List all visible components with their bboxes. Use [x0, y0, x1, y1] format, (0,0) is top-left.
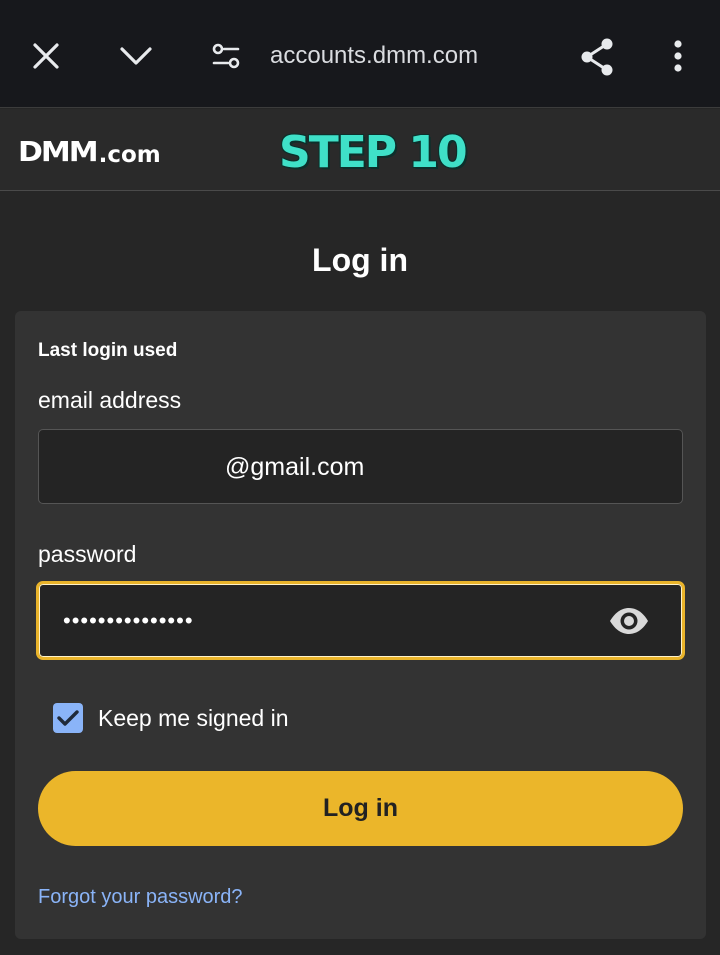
chevron-down-icon[interactable]: [114, 36, 158, 76]
last-login-label: Last login used: [38, 340, 178, 361]
browser-toolbar: accounts.dmm.com: [0, 0, 720, 108]
logo-com-text: .com: [98, 142, 161, 168]
step-overlay-label: STEP 10: [279, 127, 468, 178]
login-button[interactable]: Log in: [38, 771, 683, 846]
tune-icon[interactable]: [206, 38, 246, 74]
password-field[interactable]: •••••••••••••••: [36, 581, 685, 660]
more-vert-icon[interactable]: [660, 36, 696, 76]
dmm-logo[interactable]: DMM .com: [18, 135, 161, 169]
close-icon[interactable]: [26, 36, 66, 76]
keep-signed-in-checkbox[interactable]: [53, 703, 83, 733]
keep-signed-in-row[interactable]: Keep me signed in: [53, 702, 289, 734]
email-label: email address: [38, 387, 182, 413]
forgot-password-link[interactable]: Forgot your password?: [38, 884, 243, 910]
password-value: •••••••••••••••: [63, 608, 194, 633]
page-title: Log in: [312, 242, 408, 278]
password-label: password: [38, 541, 137, 567]
email-value: @gmail.com: [225, 453, 365, 481]
email-field[interactable]: @gmail.com: [38, 429, 683, 504]
url-bar[interactable]: accounts.dmm.com: [270, 40, 478, 72]
share-icon[interactable]: [574, 34, 620, 80]
eye-icon[interactable]: [607, 602, 651, 640]
logo-dmm-text: DMM: [18, 136, 99, 169]
keep-signed-in-label: Keep me signed in: [98, 705, 289, 731]
checkmark-icon: [57, 710, 79, 726]
